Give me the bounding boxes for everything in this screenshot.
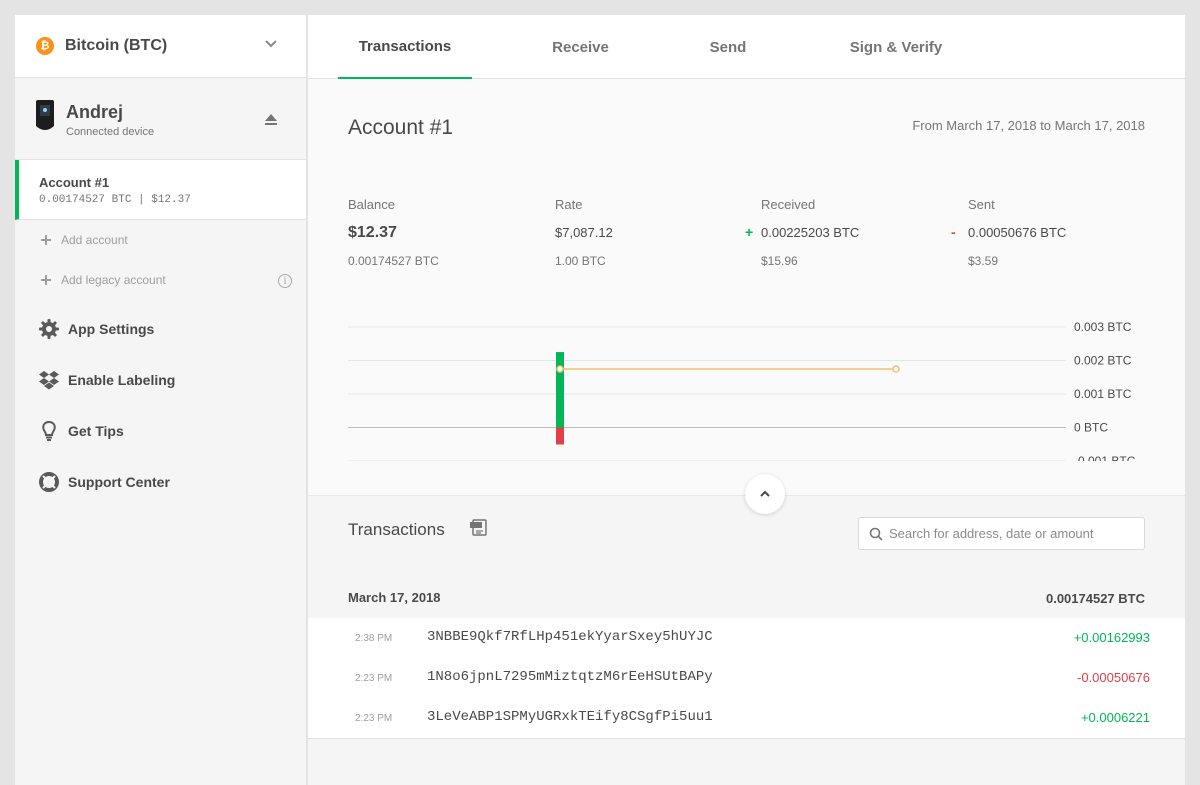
tx-address[interactable]: 1N8o6jpnL7295mMiztqtzM6rEeHSUtBAPy	[427, 669, 713, 685]
balance-label: Balance	[348, 197, 395, 212]
tx-amount: +0.00162993	[1073, 630, 1150, 645]
y-tick-label: -0.001 BTC	[1074, 454, 1136, 461]
transaction-list: 2:38 PM 3NBBE9Qkf7RfLHp451ekYyarSxey5hUY…	[308, 618, 1185, 739]
menu-label: Get Tips	[68, 422, 124, 439]
plus-icon	[41, 275, 51, 285]
device-panel[interactable]: Andrej Connected device	[15, 78, 306, 160]
coin-name: Bitcoin (BTC)	[65, 37, 168, 54]
export-csv-icon[interactable]	[469, 517, 489, 537]
account-item-1[interactable]: Account #1 0.00174527 BTC | $12.37	[15, 160, 306, 220]
tx-time: 2:38 PM	[355, 633, 393, 644]
collapse-chart-button[interactable]	[745, 474, 785, 514]
main-panel: Transactions Receive Send Sign & Verify …	[308, 15, 1185, 785]
plus-icon	[41, 235, 51, 245]
tx-amount: +0.0006221	[1080, 710, 1150, 725]
transaction-row[interactable]: 2:23 PM 1N8o6jpnL7295mMiztqtzM6rEeHSUtBA…	[308, 658, 1185, 698]
trezor-device-icon	[36, 100, 54, 130]
tx-amount: -0.00050676	[1076, 670, 1150, 685]
search-input[interactable]	[889, 526, 1139, 541]
menu-label: Enable Labeling	[68, 371, 176, 388]
rate-label: Rate	[555, 197, 583, 212]
y-tick-label: 0 BTC	[1074, 421, 1108, 435]
sent-label: Sent	[968, 197, 995, 212]
received-bar	[556, 352, 564, 428]
add-legacy-account-label: Add legacy account	[61, 273, 166, 287]
eject-icon[interactable]	[264, 112, 278, 126]
coin-selector[interactable]: ₿ Bitcoin (BTC)	[15, 15, 306, 78]
received-sign: +	[745, 224, 754, 240]
device-status: Connected device	[66, 126, 155, 138]
menu-label: App Settings	[68, 320, 155, 337]
account-summary: 0.00174527 BTC | $12.37	[39, 194, 191, 206]
tx-address[interactable]: 3LeVeABP1SPMyUGRxkTEify8CSgfPi5uu1	[427, 709, 713, 725]
search-box[interactable]	[858, 517, 1145, 550]
balance-point	[892, 365, 900, 373]
received-label: Received	[761, 197, 816, 212]
balance-btc: 0.00174527 BTC	[348, 254, 439, 268]
bitcoin-logo-icon: ₿	[36, 37, 54, 55]
dropbox-icon	[38, 369, 60, 391]
menu-item-support-center[interactable]: Support Center	[15, 456, 306, 507]
received-usd: $15.96	[761, 254, 798, 268]
tab-receive[interactable]: Receive	[538, 15, 623, 79]
transactions-title: Transactions	[348, 520, 445, 539]
search-icon	[869, 527, 883, 541]
info-icon[interactable]: i	[278, 274, 292, 288]
y-tick-label: 0.002 BTC	[1074, 354, 1132, 368]
tab-send[interactable]: Send	[696, 15, 760, 79]
tx-group-total: 0.00174527 BTC	[1045, 591, 1145, 606]
page-title: Account #1	[348, 116, 454, 139]
menu-item-enable-labeling[interactable]: Enable Labeling	[15, 354, 306, 405]
add-account-label: Add account	[61, 233, 128, 247]
balance-chart: 0.003 BTC 0.002 BTC 0.001 BTC 0 BTC -0.001 B…	[348, 320, 1136, 461]
sidebar: ₿ Bitcoin (BTC) Andrej Connected device …	[15, 15, 307, 785]
received-value: 0.00225203 BTC	[761, 225, 860, 240]
sent-sign: -	[951, 224, 956, 240]
menu-label: Support Center	[68, 473, 170, 490]
tab-bar: Transactions Receive Send Sign & Verify	[308, 15, 1185, 79]
transactions-section: Transactions March 17, 2018 0.00174527 B…	[308, 495, 1185, 785]
balance-value: $12.37	[348, 224, 397, 241]
tab-transactions[interactable]: Transactions	[338, 15, 472, 79]
sent-bar	[556, 427, 564, 445]
tx-time: 2:23 PM	[355, 673, 393, 684]
chevron-down-icon[interactable]	[264, 37, 278, 51]
menu-item-get-tips[interactable]: Get Tips	[15, 405, 306, 456]
add-legacy-account-button[interactable]: Add legacy account i	[15, 260, 306, 300]
date-range: From March 17, 2018 to March 17, 2018	[912, 118, 1145, 133]
sent-usd: $3.59	[968, 254, 999, 268]
y-tick-label: 0.003 BTC	[1074, 320, 1132, 334]
tx-address[interactable]: 3NBBE9Qkf7RfLHp451ekYyarSxey5hUYJC	[427, 629, 713, 645]
sent-value: 0.00050676 BTC	[968, 225, 1067, 240]
lifebuoy-icon	[38, 471, 60, 493]
gear-icon	[38, 318, 60, 340]
add-account-button[interactable]: Add account	[15, 220, 306, 260]
rate-value: $7,087.12	[555, 225, 613, 240]
device-name: Andrej	[66, 102, 124, 122]
account-name: Account #1	[39, 175, 110, 190]
chevron-up-icon	[760, 490, 770, 497]
tab-sign-verify[interactable]: Sign & Verify	[836, 15, 956, 79]
y-tick-label: 0.001 BTC	[1074, 387, 1132, 401]
balance-point	[556, 365, 564, 373]
tx-time: 2:23 PM	[355, 713, 393, 724]
tx-group-date: March 17, 2018	[348, 590, 441, 605]
rate-unit: 1.00 BTC	[555, 254, 606, 268]
transaction-row[interactable]: 2:38 PM 3NBBE9Qkf7RfLHp451ekYyarSxey5hUY…	[308, 618, 1185, 658]
transaction-row[interactable]: 2:23 PM 3LeVeABP1SPMyUGRxkTEify8CSgfPi5u…	[308, 698, 1185, 738]
lightbulb-icon	[38, 420, 60, 442]
menu-item-app-settings[interactable]: App Settings	[15, 303, 306, 354]
